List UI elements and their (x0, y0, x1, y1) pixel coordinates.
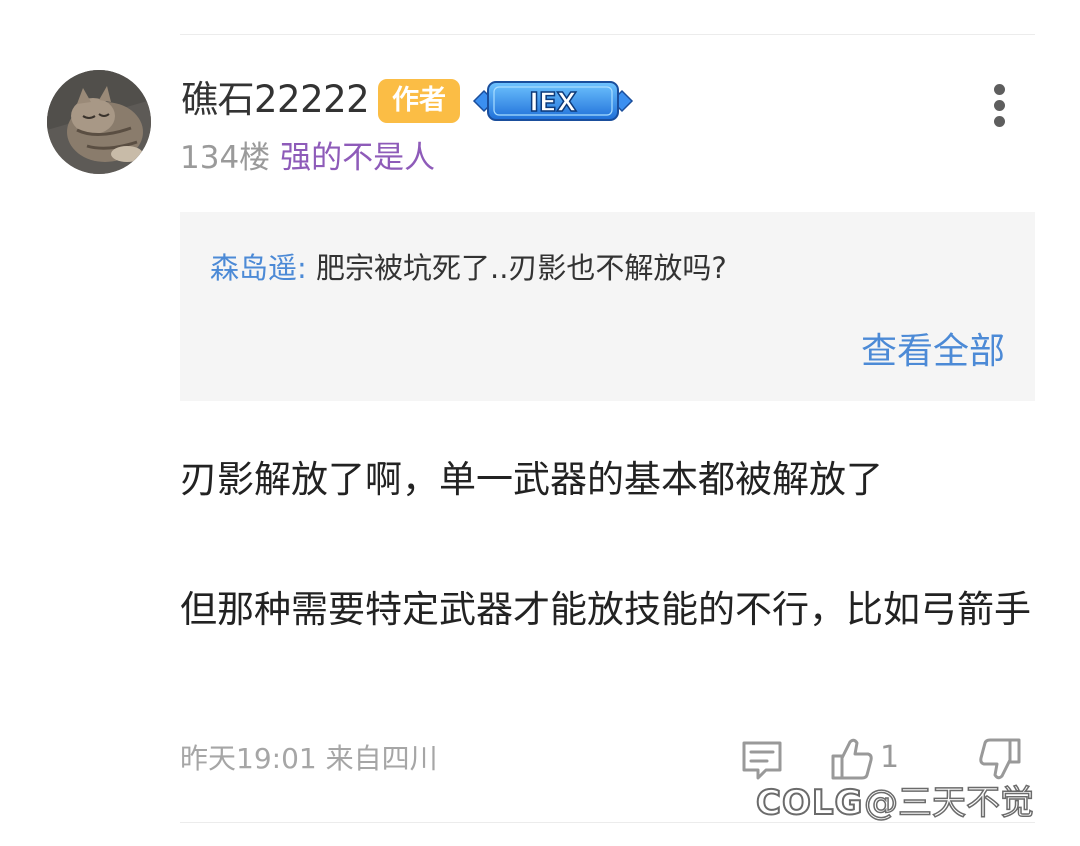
like-count: 1 (880, 740, 900, 775)
more-dot-icon (994, 100, 1005, 111)
floor-line: 134楼 强的不是人 (180, 138, 435, 178)
watermark: COLG @三天不觉 (755, 778, 1062, 828)
thumbs-down-icon[interactable] (978, 736, 1022, 782)
quote-content: 肥宗被坑死了..刃影也不解放吗? (316, 251, 727, 285)
thumbs-up-icon[interactable] (830, 736, 874, 782)
more-dot-icon (994, 84, 1005, 95)
view-all-link[interactable]: 查看全部 (861, 329, 1005, 375)
bottom-divider (180, 822, 1035, 823)
post-reply-card: 礁石22222 作者 IEX 134楼强的不是人 森岛遥: 肥宗被坑死了..刃 (0, 0, 1080, 846)
quote-author[interactable]: 森岛遥: (210, 251, 307, 285)
level-badge: IEX (472, 78, 634, 124)
author-badge: 作者 (378, 79, 460, 123)
comment-icon[interactable] (740, 740, 784, 782)
username[interactable]: 礁石22222 (181, 78, 370, 122)
quote-line: 森岛遥: 肥宗被坑死了..刃影也不解放吗? (210, 248, 727, 288)
level-badge-text: IEX (529, 88, 576, 118)
floor-number: 134楼 (180, 140, 271, 176)
top-divider (180, 34, 1035, 35)
post-paragraph-2: 但那种需要特定武器才能放技能的不行，比如弓箭手 (180, 588, 1031, 631)
quoted-reply[interactable]: 森岛遥: 肥宗被坑死了..刃影也不解放吗? 查看全部 (180, 212, 1035, 401)
user-title: 强的不是人 (280, 140, 436, 176)
watermark-text: @三天不觉 (863, 782, 1035, 824)
more-dot-icon (994, 116, 1005, 127)
avatar[interactable] (47, 70, 151, 174)
post-paragraph-1: 刃影解放了啊，单一武器的基本都被解放了 (180, 458, 883, 501)
watermark-logo: COLG (755, 782, 864, 824)
post-meta: 昨天19:01 来自四川 (180, 742, 438, 775)
more-options-button[interactable] (980, 82, 1020, 130)
